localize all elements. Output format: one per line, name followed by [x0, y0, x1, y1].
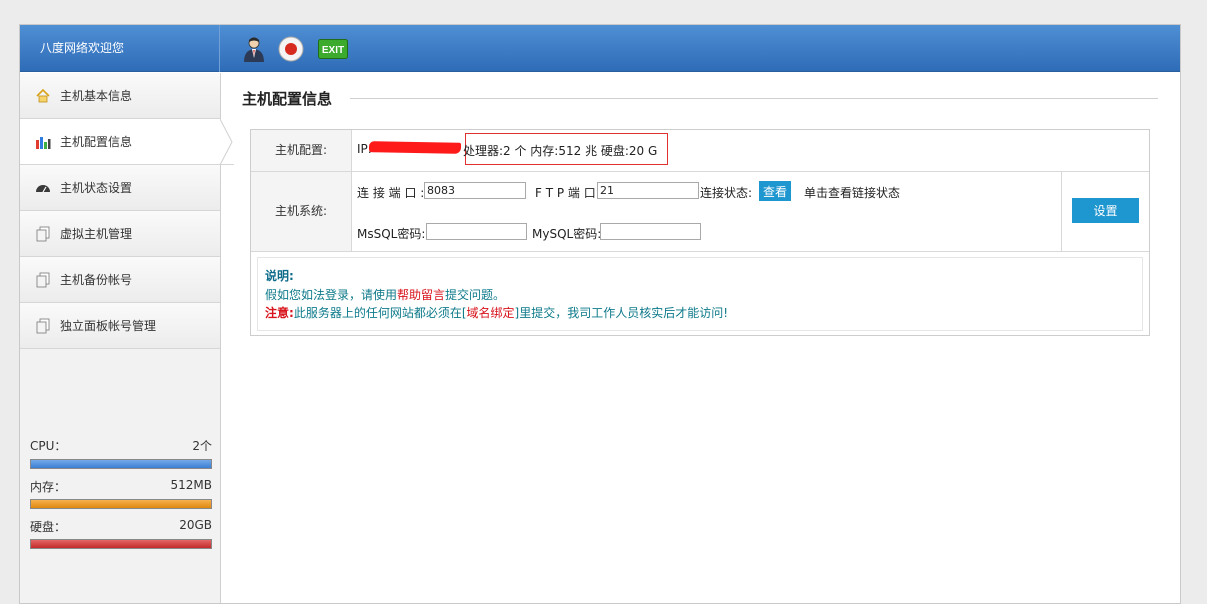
notes-line-1: 假如您如法登录，请使用帮助留言提交问题。 [265, 286, 505, 303]
disk-stat: 硬盘： 20GB [30, 518, 212, 534]
memory-label: 内存： [30, 480, 67, 494]
disk-label: 硬盘： [30, 520, 67, 534]
ftp-port-input[interactable] [597, 182, 699, 199]
cpu-value: 2个 [192, 439, 212, 453]
config-label: 主机配置: [251, 130, 352, 171]
disk-value: 20GB [179, 518, 212, 532]
notes-text: 提交问题。 [445, 288, 506, 302]
welcome-text: 八度网络欢迎您 [20, 25, 220, 72]
app-window: 八度网络欢迎您 EXIT 主机基本信息 主机配置信息 主机状态设置 虚拟主机管理… [19, 24, 1181, 604]
system-label: 主机系统: [251, 172, 352, 251]
memory-bar [30, 499, 212, 509]
sidebar-item-label: 主机状态设置 [60, 181, 133, 195]
connection-status-label: 连接状态: [700, 186, 753, 200]
ftp-port-label: F T P 端 口: [535, 186, 600, 200]
help-message-link[interactable]: 帮助留言 [397, 288, 445, 302]
domain-binding-link[interactable]: 域名绑定 [467, 306, 515, 320]
active-arrow [220, 119, 233, 165]
pages-icon [36, 272, 50, 288]
column-divider [1061, 171, 1062, 251]
sidebar: 主机基本信息 主机配置信息 主机状态设置 虚拟主机管理 主机备份帐号 独立面板帐… [20, 73, 234, 603]
sidebar-item-label: 主机基本信息 [60, 89, 133, 103]
sidebar-item-status-settings[interactable]: 主机状态设置 [20, 165, 220, 211]
sidebar-item-label: 虚拟主机管理 [60, 227, 133, 241]
row-divider [251, 171, 1149, 172]
exit-icon[interactable]: EXIT [318, 39, 348, 59]
sidebar-item-label: 主机配置信息 [60, 135, 133, 149]
mssql-password-input[interactable] [426, 223, 527, 240]
title-divider [350, 98, 1158, 99]
gauge-icon [36, 185, 50, 193]
disk-bar [30, 539, 212, 549]
mysql-password-input[interactable] [600, 223, 701, 240]
memory-value: 512MB [170, 478, 213, 492]
notes-heading: 说明: [265, 269, 294, 283]
notes-box: 说明: 假如您如法登录，请使用帮助留言提交问题。 注意:此服务器上的任何网站都必… [257, 257, 1143, 331]
sidebar-item-panel-account[interactable]: 独立面板帐号管理 [20, 303, 220, 349]
row-divider [251, 251, 1149, 252]
sidebar-item-config-info[interactable]: 主机配置信息 [20, 119, 234, 165]
sidebar-item-virtual-host[interactable]: 虚拟主机管理 [20, 211, 220, 257]
status-hint: 单击查看链接状态 [804, 186, 901, 200]
port-input[interactable] [424, 182, 526, 199]
notes-text: ]里提交，我司工作人员核实后才能访问! [514, 306, 729, 320]
sidebar-item-label: 主机备份帐号 [60, 273, 133, 287]
page-title: 主机配置信息 [242, 90, 333, 108]
notes-text: 此服务器上的任何网站都必须在[ [293, 306, 467, 320]
top-bar: 八度网络欢迎您 EXIT [20, 25, 1180, 72]
sidebar-item-label: 独立面板帐号管理 [60, 319, 157, 333]
pages-icon [36, 318, 50, 334]
bar-chart-icon [36, 137, 51, 149]
config-panel: 主机配置: IP: 处理器:2 个 内存:512 兆 硬盘:20 G 主机系统:… [250, 129, 1150, 336]
settings-button[interactable]: 设置 [1072, 198, 1139, 223]
record-icon[interactable] [278, 36, 304, 62]
notice-label: 注意: [265, 306, 294, 320]
view-status-button[interactable]: 查看 [759, 181, 791, 201]
mssql-password-label: MsSQL密码: [357, 227, 426, 241]
sidebar-item-basic-info[interactable]: 主机基本信息 [20, 73, 220, 119]
specs-text: 处理器:2 个 内存:512 兆 硬盘:20 G [463, 144, 658, 158]
port-label: 连 接 端 口 : [357, 186, 425, 200]
ip-redaction [368, 141, 462, 154]
memory-stat: 内存： 512MB [30, 478, 212, 494]
home-icon [36, 88, 50, 103]
exit-label: EXIT [322, 45, 344, 56]
sidebar-item-backup-account[interactable]: 主机备份帐号 [20, 257, 220, 303]
mysql-password-label: MySQL密码: [532, 227, 602, 241]
user-icon[interactable] [242, 36, 266, 62]
cpu-stat: CPU： 2个 [30, 437, 212, 453]
cpu-label: CPU： [30, 439, 67, 453]
cpu-bar [30, 459, 212, 469]
notes-line-2: 注意:此服务器上的任何网站都必须在[域名绑定]里提交，我司工作人员核实后才能访问… [265, 304, 728, 321]
pages-icon [36, 226, 50, 242]
notes-text: 假如您如法登录，请使用 [265, 288, 398, 302]
